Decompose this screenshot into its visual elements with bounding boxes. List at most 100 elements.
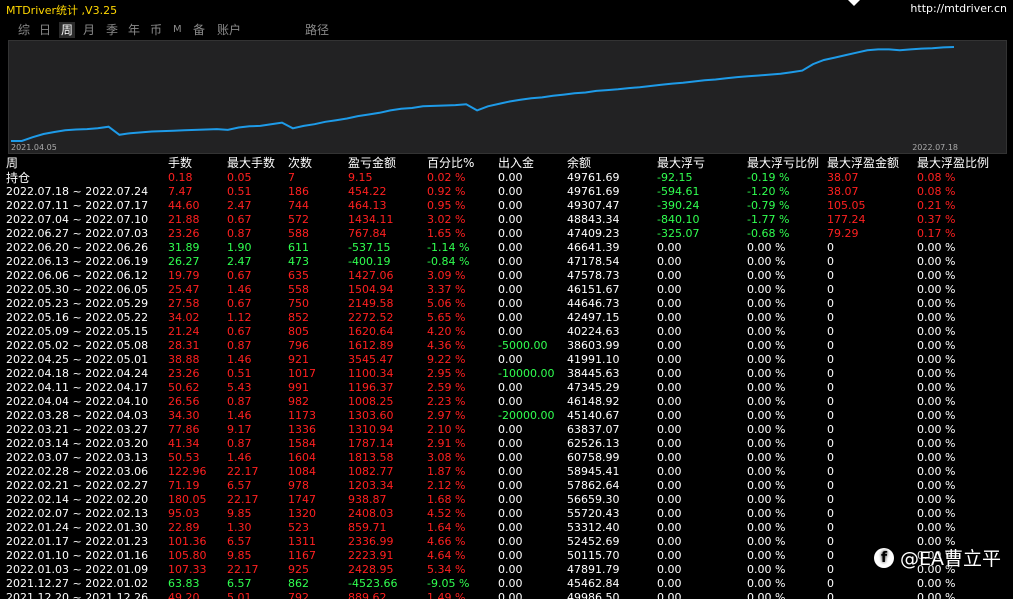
cell-lots: 21.24 <box>168 325 200 338</box>
tab-currency[interactable]: 币 <box>148 22 164 38</box>
cell-max-float-loss-pct: 0.00 % <box>747 255 786 268</box>
cell-deposit: 0.00 <box>498 311 523 324</box>
cell-max-float-profit-pct: 0.00 % <box>917 255 956 268</box>
table-row[interactable]: 2022.02.14 ~ 2022.02.20 180.05 22.17 1747 93… <box>0 493 1013 507</box>
cell-pnl: 767.84 <box>348 227 387 240</box>
table-row[interactable]: 2022.03.14 ~ 2022.03.20 41.34 0.87 1584 1787… <box>0 437 1013 451</box>
cell-deposit: 0.00 <box>498 283 523 296</box>
table-row[interactable]: 2022.04.25 ~ 2022.05.01 38.88 1.46 921 3545.… <box>0 353 1013 367</box>
table-row[interactable]: 2022.07.04 ~ 2022.07.10 21.88 0.67 572 1434.… <box>0 213 1013 227</box>
cell-max-float-loss: 0.00 <box>657 549 682 562</box>
cell-max-float-loss: 0.00 <box>657 311 682 324</box>
cell-lots: 23.26 <box>168 367 200 380</box>
table-row[interactable]: 2022.02.28 ~ 2022.03.06 122.96 22.17 1084 10… <box>0 465 1013 479</box>
tab-week[interactable]: 周 <box>59 22 76 38</box>
cell-deposit: 0.00 <box>498 521 523 534</box>
cell-max-float-profit: 0 <box>827 409 834 422</box>
table-row[interactable]: 2022.06.27 ~ 2022.07.03 23.26 0.87 588 767.8… <box>0 227 1013 241</box>
table-row[interactable]: 2022.01.03 ~ 2022.01.09 107.33 22.17 925 242… <box>0 563 1013 577</box>
table-row[interactable]: 2022.03.21 ~ 2022.03.27 77.86 9.17 1336 1310… <box>0 423 1013 437</box>
cell-lots: 34.02 <box>168 311 200 324</box>
table-row[interactable]: 2021.12.20 ~ 2021.12.26 49.20 5.01 792 889.6… <box>0 591 1013 599</box>
cell-max-lots: 5.43 <box>227 381 252 394</box>
cell-balance: 47178.54 <box>567 255 620 268</box>
table-row[interactable]: 2022.01.10 ~ 2022.01.16 105.80 9.85 1167 222… <box>0 549 1013 563</box>
cell-max-float-loss-pct: -1.77 % <box>747 213 790 226</box>
cell-max-float-profit-pct: 0.00 % <box>917 325 956 338</box>
cell-lots: 49.20 <box>168 591 200 599</box>
table-row[interactable]: 2022.07.11 ~ 2022.07.17 44.60 2.47 744 464.1… <box>0 199 1013 213</box>
table-row[interactable]: 2022.01.24 ~ 2022.01.30 22.89 1.30 523 859.7… <box>0 521 1013 535</box>
cell-max-float-loss-pct: 0.00 % <box>747 521 786 534</box>
cell-max-float-loss: -92.15 <box>657 171 693 184</box>
dropdown-arrow-icon[interactable] <box>848 0 860 6</box>
cell-deposit: 0.00 <box>498 381 523 394</box>
table-row[interactable]: 2022.05.09 ~ 2022.05.15 21.24 0.67 805 1620.… <box>0 325 1013 339</box>
col-header-trades[interactable]: 次数 <box>288 155 312 171</box>
cell-pnl: 1100.34 <box>348 367 394 380</box>
col-header-max-float-loss-pct[interactable]: 最大浮亏比例 <box>747 155 819 171</box>
cell-balance: 47578.73 <box>567 269 620 282</box>
cell-percent: 3.37 % <box>427 283 466 296</box>
cell-pnl: 859.71 <box>348 521 387 534</box>
cell-max-float-profit-pct: 0.00 % <box>917 451 956 464</box>
cell-max-float-profit-pct: 0.00 % <box>917 283 956 296</box>
table-row[interactable]: 2022.02.21 ~ 2022.02.27 71.19 6.57 978 1203.… <box>0 479 1013 493</box>
table-row[interactable]: 2022.06.20 ~ 2022.06.26 31.89 1.90 611 -537.… <box>0 241 1013 255</box>
table-row[interactable]: 2022.05.30 ~ 2022.06.05 25.47 1.46 558 1504.… <box>0 283 1013 297</box>
table-row[interactable]: 持仓 0.18 0.05 7 9.15 0.02 % 0.00 49761.69 -92.15 -… <box>0 171 1013 185</box>
table-row[interactable]: 2022.01.17 ~ 2022.01.23 101.36 6.57 1311 233… <box>0 535 1013 549</box>
table-row[interactable]: 2022.06.13 ~ 2022.06.19 26.27 2.47 473 -400.… <box>0 255 1013 269</box>
col-header-max-lots[interactable]: 最大手数 <box>227 155 275 171</box>
tab-account[interactable]: 账户 <box>215 22 243 38</box>
cell-trades: 7 <box>288 171 295 184</box>
table-row[interactable]: 2022.03.28 ~ 2022.04.03 34.30 1.46 1173 1303… <box>0 409 1013 423</box>
table-row[interactable]: 2022.05.23 ~ 2022.05.29 27.58 0.67 750 2149.… <box>0 297 1013 311</box>
tab-quarter[interactable]: 季 <box>104 22 120 38</box>
tab-year[interactable]: 年 <box>126 22 142 38</box>
tab-path[interactable]: 路径 <box>303 22 331 38</box>
col-header-balance[interactable]: 余额 <box>567 155 591 171</box>
cell-deposit: 0.00 <box>498 563 523 576</box>
cell-lots: 50.53 <box>168 451 200 464</box>
col-header-week[interactable]: 周 <box>6 155 18 171</box>
col-header-lots[interactable]: 手数 <box>168 155 192 171</box>
facebook-logo-icon: f <box>873 547 894 568</box>
col-header-max-float-loss[interactable]: 最大浮亏 <box>657 155 705 171</box>
table-row[interactable]: 2022.02.07 ~ 2022.02.13 95.03 9.85 1320 2408… <box>0 507 1013 521</box>
col-header-max-float-profit[interactable]: 最大浮盈金额 <box>827 155 899 171</box>
table-row[interactable]: 2021.12.27 ~ 2022.01.02 63.83 6.57 862 -4523… <box>0 577 1013 591</box>
table-row[interactable]: 2022.04.18 ~ 2022.04.24 23.26 0.51 1017 1100… <box>0 367 1013 381</box>
table-row[interactable]: 2022.07.18 ~ 2022.07.24 7.47 0.51 186 454.22… <box>0 185 1013 199</box>
cell-week: 2022.05.16 ~ 2022.05.22 <box>6 311 149 324</box>
tab-note[interactable]: 备 <box>191 22 207 38</box>
cell-max-float-loss-pct: 0.00 % <box>747 269 786 282</box>
cell-max-float-loss: 0.00 <box>657 255 682 268</box>
table-row[interactable]: 2022.06.06 ~ 2022.06.12 19.79 0.67 635 1427.… <box>0 269 1013 283</box>
cell-week: 2022.05.09 ~ 2022.05.15 <box>6 325 149 338</box>
tab-summary[interactable]: 综 <box>16 22 32 38</box>
cell-percent: 2.97 % <box>427 409 466 422</box>
cell-trades: 852 <box>288 311 309 324</box>
table-row[interactable]: 2022.04.04 ~ 2022.04.10 26.56 0.87 982 1008.… <box>0 395 1013 409</box>
tab-month[interactable]: 月 <box>81 22 97 38</box>
cell-balance: 48843.34 <box>567 213 620 226</box>
col-header-max-float-profit-pct[interactable]: 最大浮盈比例 <box>917 155 989 171</box>
cell-pnl: -400.19 <box>348 255 391 268</box>
cell-percent: 2.10 % <box>427 423 466 436</box>
cell-week: 2022.04.11 ~ 2022.04.17 <box>6 381 149 394</box>
col-header-percent[interactable]: 百分比% <box>427 155 474 171</box>
table-row[interactable]: 2022.04.11 ~ 2022.04.17 50.62 5.43 991 1196.… <box>0 381 1013 395</box>
col-header-deposit[interactable]: 出入金 <box>498 155 534 171</box>
col-header-pnl[interactable]: 盈亏金额 <box>348 155 396 171</box>
table-row[interactable]: 2022.05.16 ~ 2022.05.22 34.02 1.12 852 2272.… <box>0 311 1013 325</box>
website-link[interactable]: http://mtdriver.cn <box>910 2 1007 15</box>
cell-max-float-profit: 0 <box>827 297 834 310</box>
cell-trades: 558 <box>288 283 309 296</box>
cell-max-float-loss: 0.00 <box>657 409 682 422</box>
table-row[interactable]: 2022.03.07 ~ 2022.03.13 50.53 1.46 1604 1813… <box>0 451 1013 465</box>
cell-max-float-profit-pct: 0.00 % <box>917 437 956 450</box>
tab-magic[interactable]: M <box>171 22 184 38</box>
table-row[interactable]: 2022.05.02 ~ 2022.05.08 28.31 0.87 796 1612.… <box>0 339 1013 353</box>
tab-day[interactable]: 日 <box>37 22 53 38</box>
